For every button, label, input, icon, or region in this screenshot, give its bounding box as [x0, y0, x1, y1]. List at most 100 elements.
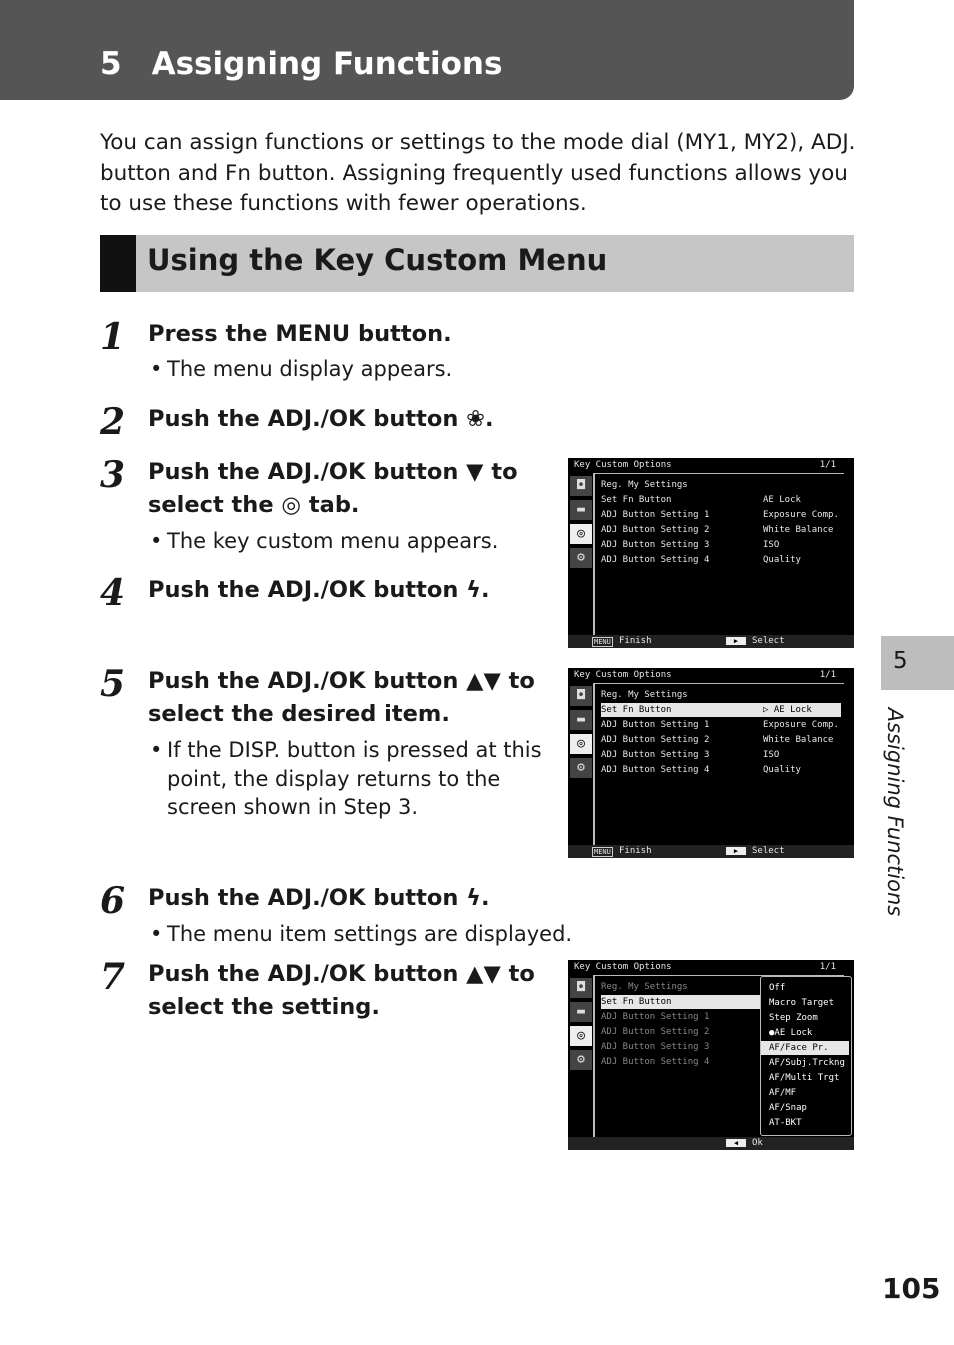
- popup-option[interactable]: ●AE Lock: [761, 1026, 849, 1040]
- menu-item[interactable]: ADJ Button Setting 2 White Balance: [601, 733, 841, 747]
- camera-screen: Key Custom Options 1/1 ◘ ▬ ◎ ⚙ Reg. My Setting…: [568, 458, 854, 648]
- side-tab-number: 5: [893, 648, 908, 674]
- step-instruction: Push the ADJ./OK button ❀.: [148, 406, 494, 432]
- screen-page: 1/1: [819, 670, 836, 680]
- key-custom-icon: ◎: [570, 1026, 592, 1046]
- divider: [594, 683, 844, 684]
- screen-page: 1/1: [819, 460, 836, 470]
- menu-item-value: Exposure Comp.: [763, 720, 839, 730]
- menu-item-value: ISO: [763, 750, 780, 760]
- menu-item[interactable]: ADJ Button Setting 1 Exposure Comp.: [601, 718, 841, 732]
- camera-icon: ◘: [570, 476, 592, 496]
- menu-item[interactable]: Reg. My Settings: [601, 478, 841, 492]
- step-number: 3: [100, 454, 126, 496]
- step-number: 6: [100, 880, 126, 922]
- menu-item[interactable]: ADJ Button Setting 3 ISO: [601, 538, 841, 552]
- bullet-text: screen shown in Step 3.: [167, 795, 419, 819]
- menu-item[interactable]: Set Fn Button AE Lock: [601, 493, 841, 507]
- menu-item[interactable]: ADJ Button Setting 3 ISO: [601, 748, 841, 762]
- screen-footer: ◀ Ok: [568, 1137, 854, 1150]
- menu-item-value: White Balance: [763, 735, 834, 745]
- camera-screen: Key Custom Options 1/1 ◘ ▬ ◎ ⚙ Reg. My Setting…: [568, 960, 854, 1150]
- movie-icon: ▬: [570, 1002, 592, 1022]
- setup-icon: ⚙: [570, 548, 592, 568]
- menu-item-label: ADJ Button Setting 1: [601, 510, 710, 520]
- step-number: 2: [100, 401, 126, 443]
- play-icon: ▶: [726, 847, 746, 855]
- menu-item[interactable]: ADJ Button Setting 2 White Balance: [601, 523, 841, 537]
- key-custom-icon: ◎: [570, 524, 592, 544]
- camera-icon: ◘: [570, 686, 592, 706]
- menu-item-label: Set Fn Button: [601, 997, 672, 1007]
- divider: [594, 473, 844, 474]
- movie-icon: ▬: [570, 500, 592, 520]
- chapter-header: 5 Assigning Functions: [0, 0, 854, 100]
- chapter-title-text: Assigning Functions: [151, 46, 503, 82]
- popup-option[interactable]: AF/MF: [761, 1086, 849, 1100]
- menu-item-label: ADJ Button Setting 4: [601, 1057, 710, 1067]
- step-instruction: Push the ADJ./OK button ▲▼ to: [148, 961, 535, 987]
- menu-item[interactable]: ADJ Button Setting 4 Quality: [601, 763, 841, 777]
- camera-screen: Key Custom Options 1/1 ◘ ▬ ◎ ⚙ Reg. My Setting…: [568, 668, 854, 858]
- popup-option[interactable]: AF/Face Pr.: [761, 1041, 849, 1055]
- popup-option[interactable]: AF/Snap: [761, 1101, 849, 1115]
- banner-block: [100, 235, 136, 292]
- step-instruction: Push the ADJ./OK button ϟ.: [148, 577, 490, 603]
- bullet-text: The menu display appears.: [167, 357, 453, 381]
- menu-item-value: Exposure Comp.: [763, 510, 839, 520]
- menu-item-label: ADJ Button Setting 2: [601, 1027, 710, 1037]
- bullet-dot: •: [150, 529, 163, 553]
- bullet-text: The key custom menu appears.: [167, 529, 499, 553]
- popup-option[interactable]: Macro Target: [761, 996, 849, 1010]
- menu-item-label: ADJ Button Setting 2: [601, 735, 710, 745]
- screen-title: Key Custom Options: [574, 670, 672, 680]
- setup-icon: ⚙: [570, 758, 592, 778]
- bullet-dot: •: [150, 922, 163, 946]
- bullet-dot: •: [150, 738, 163, 762]
- bullet-text: If the DISP. button is pressed at this: [167, 738, 542, 762]
- bullet-text: point, the display returns to the: [167, 766, 501, 791]
- menu-item[interactable]: ADJ Button Setting 4 Quality: [601, 553, 841, 567]
- screen-title: Key Custom Options: [574, 962, 672, 972]
- menu-item-label: ADJ Button Setting 2: [601, 525, 710, 535]
- popup-option[interactable]: AF/Subj.Trckng: [761, 1056, 849, 1070]
- menu-key-icon: MENU: [592, 847, 613, 857]
- menu-item[interactable]: Set Fn Button ▷ AE Lock: [601, 703, 841, 717]
- footer-ok: Ok: [752, 1138, 763, 1148]
- back-icon: ◀: [726, 1139, 746, 1147]
- menu-item-label: ADJ Button Setting 3: [601, 540, 710, 550]
- setup-icon: ⚙: [570, 1050, 592, 1070]
- step-number: 7: [100, 956, 126, 998]
- step-number: 1: [100, 316, 126, 358]
- popup-option[interactable]: Step Zoom: [761, 1011, 849, 1025]
- section-banner: Using the Key Custom Menu: [100, 235, 854, 292]
- menu-item-value: White Balance: [763, 525, 834, 535]
- menu-item[interactable]: Reg. My Settings: [601, 688, 841, 702]
- footer-finish: Finish: [619, 846, 652, 856]
- screen-page: 1/1: [819, 962, 836, 972]
- menu-key-icon: MENU: [592, 637, 613, 647]
- menu-item-label: Reg. My Settings: [601, 690, 688, 700]
- divider: [593, 473, 595, 635]
- menu-item-value: AE Lock: [763, 495, 801, 505]
- popup-option[interactable]: Off: [761, 981, 849, 995]
- menu-item-value: Quality: [763, 555, 801, 565]
- menu-item-label: Set Fn Button: [601, 495, 672, 505]
- camera-icon: ◘: [570, 978, 592, 998]
- menu-item-value: ▷ AE Lock: [763, 705, 812, 715]
- step-instruction: Press the MENU button.: [148, 321, 452, 347]
- divider: [593, 683, 595, 845]
- step-number: 4: [100, 572, 126, 614]
- section-title: Using the Key Custom Menu: [147, 243, 608, 277]
- chapter-number: 5: [100, 46, 122, 82]
- page-number: 105: [882, 1272, 941, 1305]
- menu-item[interactable]: ADJ Button Setting 1 Exposure Comp.: [601, 508, 841, 522]
- step-instruction: Push the ADJ./OK button ϟ.: [148, 885, 490, 911]
- step-number: 5: [100, 663, 126, 705]
- menu-item-label: Set Fn Button: [601, 705, 672, 715]
- key-custom-icon: ◎: [570, 734, 592, 754]
- setting-popup: Off Macro Target Step Zoom ●AE Lock AF/Face …: [760, 976, 852, 1136]
- popup-option[interactable]: AF/Multi Trgt: [761, 1071, 849, 1085]
- popup-option[interactable]: AT-BKT: [761, 1116, 849, 1130]
- screen-footer: MENU Finish ▶ Select: [568, 845, 854, 858]
